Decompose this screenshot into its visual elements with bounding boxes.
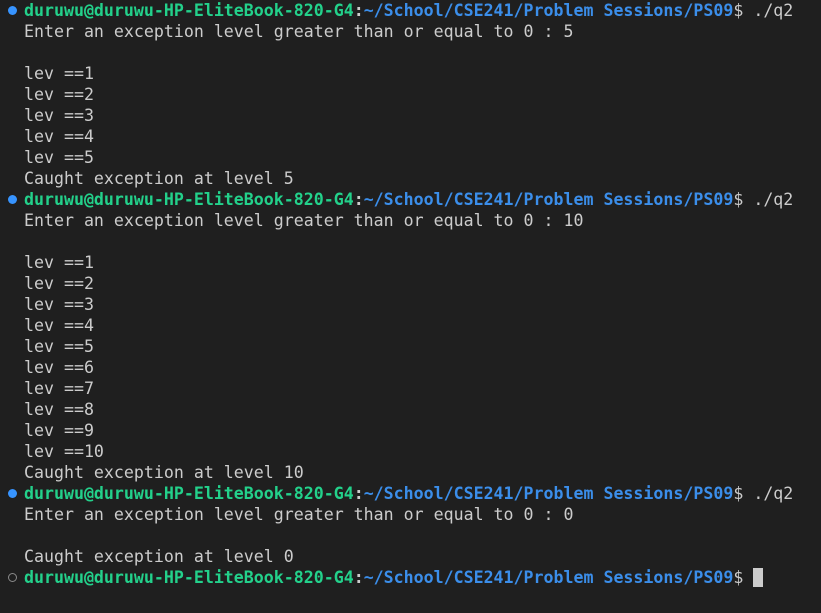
prompt-command: ./q2 (753, 1, 794, 20)
prompt-user-host: duruwu@duruwu-HP-EliteBook-820-G4 (24, 190, 354, 209)
success-dot-icon[interactable] (8, 6, 17, 15)
prompt-separator: : (353, 568, 364, 587)
output-line: lev ==2 (24, 274, 94, 293)
prompt-user-host: duruwu@duruwu-HP-EliteBook-820-G4 (24, 484, 354, 503)
output-line: Caught exception at level 0 (24, 547, 294, 566)
output-line: Enter an exception level greater than or… (24, 505, 574, 524)
prompt-dollar: $ (733, 190, 744, 209)
success-dot-icon[interactable] (8, 489, 17, 498)
text-cursor[interactable] (753, 568, 764, 587)
output-line: lev ==3 (24, 106, 94, 125)
prompt-line: duruwu@duruwu-HP-EliteBook-820-G4:~/Scho… (24, 483, 793, 504)
prompt-dollar: $ (733, 1, 744, 20)
output-line: lev ==7 (24, 379, 94, 398)
empty-circle-icon[interactable] (8, 573, 17, 582)
terminal-output[interactable]: duruwu@duruwu-HP-EliteBook-820-G4:~/Scho… (0, 0, 821, 613)
prompt-command: ./q2 (753, 190, 794, 209)
success-dot-icon[interactable] (8, 195, 17, 204)
output-line: lev ==8 (24, 400, 94, 419)
prompt-command: ./q2 (753, 484, 794, 503)
prompt-separator: : (353, 190, 364, 209)
prompt-dollar: $ (733, 568, 744, 587)
output-line: Caught exception at level 5 (24, 169, 294, 188)
output-line: lev ==6 (24, 358, 94, 377)
prompt-path: ~/School/CSE241/Problem Sessions/PS09 (363, 1, 734, 20)
prompt-line: duruwu@duruwu-HP-EliteBook-820-G4:~/Scho… (24, 189, 793, 210)
prompt-path: ~/School/CSE241/Problem Sessions/PS09 (363, 190, 734, 209)
output-line: Enter an exception level greater than or… (24, 22, 574, 41)
prompt-line: duruwu@duruwu-HP-EliteBook-820-G4:~/Scho… (24, 0, 793, 21)
prompt-user-host: duruwu@duruwu-HP-EliteBook-820-G4 (24, 568, 354, 587)
prompt-path: ~/School/CSE241/Problem Sessions/PS09 (363, 484, 734, 503)
output-line: lev ==5 (24, 337, 94, 356)
output-line: lev ==10 (24, 442, 104, 461)
output-line: lev ==2 (24, 85, 94, 104)
prompt-separator: : (353, 1, 364, 20)
output-line: lev ==1 (24, 253, 94, 272)
output-line: Caught exception at level 10 (24, 463, 304, 482)
prompt-path: ~/School/CSE241/Problem Sessions/PS09 (363, 568, 734, 587)
output-line: lev ==1 (24, 64, 94, 83)
output-line: lev ==3 (24, 295, 94, 314)
output-line: Enter an exception level greater than or… (24, 211, 584, 230)
current-prompt: duruwu@duruwu-HP-EliteBook-820-G4:~/Scho… (24, 567, 764, 588)
prompt-dollar: $ (733, 484, 744, 503)
output-line: lev ==5 (24, 148, 94, 167)
prompt-user-host: duruwu@duruwu-HP-EliteBook-820-G4 (24, 1, 354, 20)
output-line: lev ==4 (24, 127, 94, 146)
prompt-separator: : (353, 484, 364, 503)
output-line: lev ==4 (24, 316, 94, 335)
output-line: lev ==9 (24, 421, 94, 440)
